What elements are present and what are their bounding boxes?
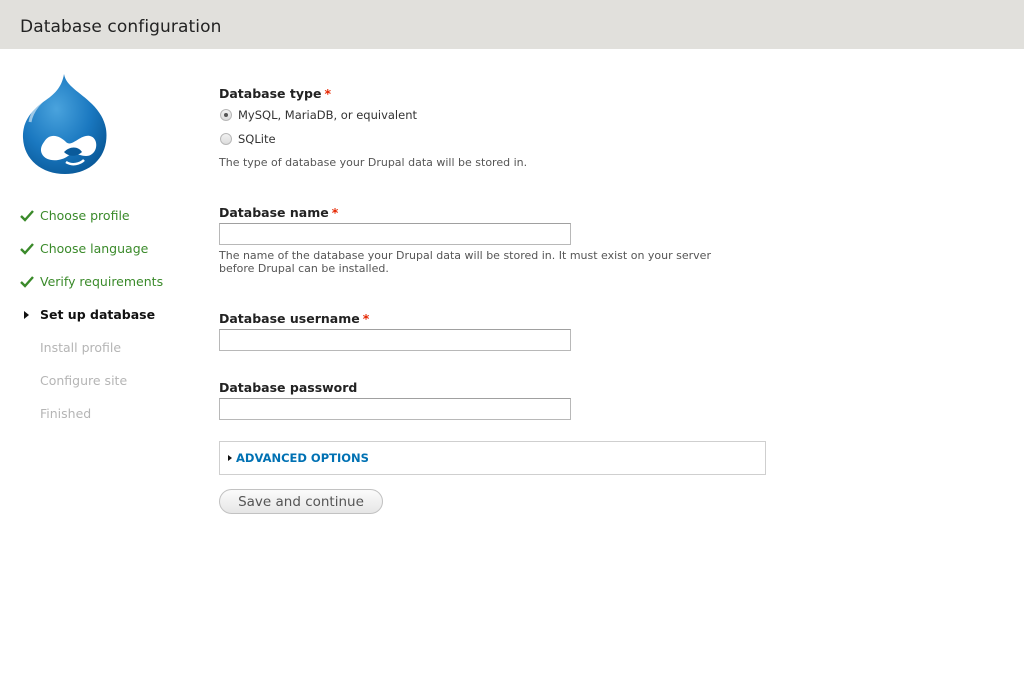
page-header: Database configuration	[0, 0, 1024, 49]
advanced-options-fieldset: ADVANCED OPTIONS	[219, 441, 766, 475]
check-icon	[20, 243, 34, 255]
install-steps: Choose profile Choose language Verify re…	[20, 208, 163, 439]
required-marker: *	[324, 86, 331, 101]
description-line: before Drupal can be installed.	[219, 262, 389, 275]
step-label: Set up database	[40, 307, 156, 322]
step-choose-language: Choose language	[20, 241, 163, 274]
step-label: Install profile	[40, 340, 122, 355]
database-name-input[interactable]	[219, 223, 571, 245]
database-password-input[interactable]	[219, 398, 571, 420]
step-choose-profile: Choose profile	[20, 208, 163, 241]
database-name-label: Database name *	[219, 205, 338, 220]
step-install-profile: Install profile	[20, 340, 163, 373]
required-marker: *	[331, 205, 339, 220]
radio-label: MySQL, MariaDB, or equivalent	[238, 108, 417, 122]
radio-button[interactable]	[220, 133, 232, 145]
page-title: Database configuration	[20, 17, 222, 37]
database-type-label-text: Database type	[219, 86, 322, 101]
step-configure-site: Configure site	[20, 373, 163, 406]
database-username-input[interactable]	[219, 329, 571, 351]
step-label: Choose profile	[40, 208, 130, 223]
collapsed-triangle-icon	[228, 455, 232, 461]
database-password-label: Database password	[219, 380, 358, 395]
database-username-label-text: Database username	[219, 311, 360, 326]
radio-button-checked[interactable]	[220, 109, 232, 121]
current-step-arrow-icon	[24, 311, 29, 319]
radio-sqlite[interactable]: SQLite	[220, 132, 276, 146]
database-type-description: The type of database your Drupal data wi…	[219, 156, 528, 169]
step-label: Verify requirements	[40, 274, 164, 289]
description-line: The name of the database your Drupal dat…	[219, 249, 711, 262]
radio-mysql[interactable]: MySQL, MariaDB, or equivalent	[220, 108, 417, 122]
step-label: Finished	[40, 406, 92, 421]
database-username-label: Database username *	[219, 311, 369, 326]
drupal-logo-icon	[22, 74, 107, 174]
save-and-continue-button[interactable]: Save and continue	[219, 489, 383, 514]
step-set-up-database: Set up database	[20, 307, 163, 340]
check-icon	[20, 210, 34, 222]
database-name-description: The name of the database your Drupal dat…	[219, 249, 711, 275]
advanced-options-toggle[interactable]: ADVANCED OPTIONS	[228, 451, 369, 465]
step-label: Configure site	[40, 373, 128, 388]
database-name-label-text: Database name	[219, 205, 329, 220]
required-marker: *	[362, 311, 370, 326]
radio-label: SQLite	[238, 132, 276, 146]
check-icon	[20, 276, 34, 288]
database-type-label: Database type *	[219, 86, 331, 101]
step-label: Choose language	[40, 241, 149, 256]
advanced-options-label: ADVANCED OPTIONS	[236, 451, 369, 465]
step-finished: Finished	[20, 406, 163, 439]
step-verify-requirements: Verify requirements	[20, 274, 163, 307]
